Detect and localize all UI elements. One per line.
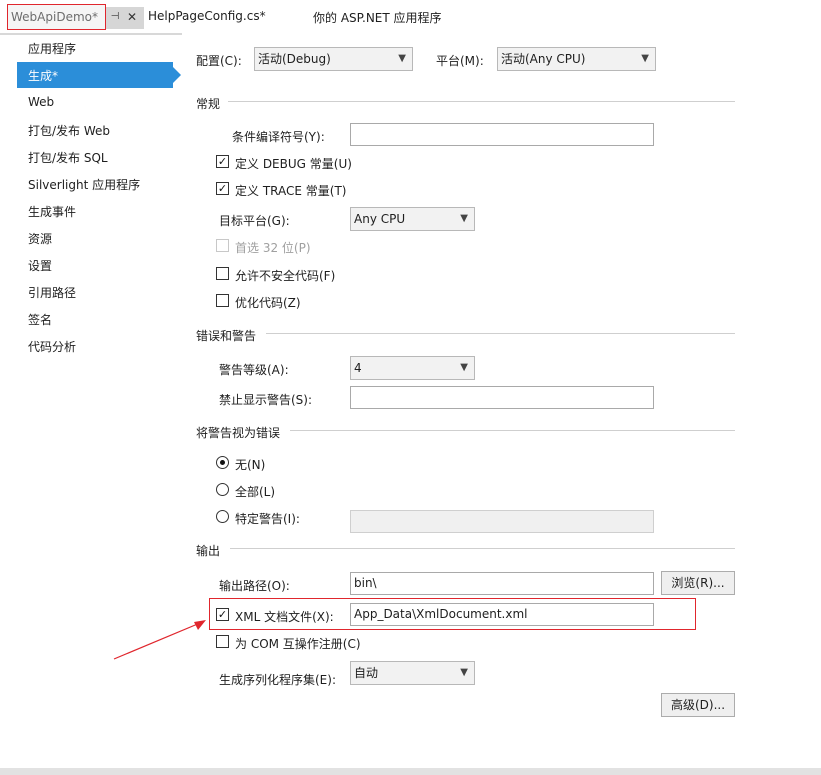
- allow-unsafe-checkbox[interactable]: [216, 267, 229, 280]
- com-interop-checkbox[interactable]: [216, 635, 229, 648]
- sidebar-item-reference-paths[interactable]: 引用路径: [28, 284, 76, 301]
- sidebar-item-build-events[interactable]: 生成事件: [28, 203, 76, 220]
- target-platform-label: 目标平台(G):: [219, 214, 290, 228]
- platform-dropdown[interactable]: 活动(Any CPU) ▼: [497, 47, 656, 71]
- annotation-highlight-box: [209, 598, 696, 630]
- define-debug-checkbox[interactable]: ✓: [216, 155, 229, 168]
- warning-level-dropdown[interactable]: 4 ▼: [350, 356, 475, 380]
- browse-button[interactable]: 浏览(R)...: [661, 571, 735, 595]
- platform-value: 活动(Any CPU): [501, 52, 586, 66]
- output-path-input[interactable]: bin\: [350, 572, 654, 595]
- section-divider: [266, 333, 735, 334]
- serialization-label: 生成序列化程序集(E):: [219, 673, 336, 687]
- sidebar-item-build[interactable]: 生成*: [17, 62, 173, 88]
- define-trace-label: 定义 TRACE 常量(T): [235, 184, 347, 198]
- serialization-value: 自动: [354, 666, 379, 680]
- target-platform-value: Any CPU: [354, 212, 406, 226]
- advanced-button[interactable]: 高级(D)...: [661, 693, 735, 717]
- section-divider: [230, 548, 735, 549]
- selection-arrow: [173, 67, 181, 83]
- serialization-dropdown[interactable]: 自动 ▼: [350, 661, 475, 685]
- prefer-32bit-label: 首选 32 位(P): [235, 241, 311, 255]
- treat-warnings-none-radio[interactable]: [216, 456, 229, 469]
- optimize-code-label: 优化代码(Z): [235, 296, 301, 310]
- section-treat-warnings-title: 将警告视为错误: [196, 426, 281, 440]
- tab-helppageconfig[interactable]: HelpPageConfig.cs*: [148, 9, 266, 23]
- section-general-title: 常规: [196, 97, 221, 111]
- tab-asp-net-app[interactable]: 你的 ASP.NET 应用程序: [313, 9, 442, 26]
- pin-icon[interactable]: ⊣: [108, 9, 122, 25]
- sidebar-item-settings[interactable]: 设置: [28, 257, 52, 274]
- config-dropdown[interactable]: 活动(Debug) ▼: [254, 47, 413, 71]
- define-trace-checkbox[interactable]: ✓: [216, 182, 229, 195]
- output-path-label: 输出路径(O):: [219, 579, 290, 593]
- treat-warnings-all-radio[interactable]: [216, 483, 229, 496]
- conditional-symbols-input[interactable]: [350, 123, 654, 146]
- target-platform-dropdown[interactable]: Any CPU ▼: [350, 207, 475, 231]
- section-divider: [290, 430, 735, 431]
- allow-unsafe-label: 允许不安全代码(F): [235, 269, 336, 283]
- sidebar-item-web[interactable]: Web: [28, 95, 54, 109]
- chevron-down-icon: ▼: [641, 53, 649, 64]
- define-debug-label: 定义 DEBUG 常量(U): [235, 157, 352, 171]
- bottom-scrollbar-track: [0, 768, 821, 775]
- chevron-down-icon: ▼: [460, 362, 468, 373]
- platform-label: 平台(M):: [436, 54, 484, 68]
- sidebar-item-build-label: 生成*: [28, 69, 59, 83]
- optimize-code-checkbox[interactable]: [216, 294, 229, 307]
- sidebar-item-package-sql[interactable]: 打包/发布 SQL: [28, 149, 108, 166]
- chevron-down-icon: ▼: [460, 667, 468, 678]
- conditional-symbols-label: 条件编译符号(Y):: [232, 130, 325, 144]
- prefer-32bit-checkbox[interactable]: [216, 239, 229, 252]
- sidebar-item-code-analysis[interactable]: 代码分析: [28, 338, 76, 355]
- config-value: 活动(Debug): [258, 52, 331, 66]
- treat-warnings-specific-label: 特定警告(I):: [235, 512, 300, 526]
- treat-warnings-specific-radio[interactable]: [216, 510, 229, 523]
- close-icon[interactable]: ✕: [125, 9, 139, 25]
- specific-warnings-input[interactable]: [350, 510, 654, 533]
- section-errors-title: 错误和警告: [196, 329, 257, 343]
- tab-webapidemo[interactable]: WebApiDemo*: [7, 4, 106, 30]
- suppress-warnings-input[interactable]: [350, 386, 654, 409]
- config-label: 配置(C):: [196, 54, 242, 68]
- sidebar-item-signing[interactable]: 签名: [28, 311, 52, 328]
- chevron-down-icon: ▼: [398, 53, 406, 64]
- section-divider: [228, 101, 735, 102]
- treat-warnings-all-label: 全部(L): [235, 485, 276, 499]
- sidebar-item-silverlight[interactable]: Silverlight 应用程序: [28, 176, 140, 193]
- sidebar-item-resources[interactable]: 资源: [28, 230, 52, 247]
- sidebar-item-application[interactable]: 应用程序: [28, 40, 76, 57]
- warning-level-value: 4: [354, 361, 362, 375]
- com-interop-label: 为 COM 互操作注册(C): [235, 637, 361, 651]
- section-output-title: 输出: [196, 544, 221, 558]
- treat-warnings-none-label: 无(N): [235, 458, 266, 472]
- annotation-arrow: [113, 620, 206, 660]
- suppress-warnings-label: 禁止显示警告(S):: [219, 393, 313, 407]
- sidebar-item-package-web[interactable]: 打包/发布 Web: [28, 122, 110, 139]
- chevron-down-icon: ▼: [460, 213, 468, 224]
- warning-level-label: 警告等级(A):: [219, 363, 289, 377]
